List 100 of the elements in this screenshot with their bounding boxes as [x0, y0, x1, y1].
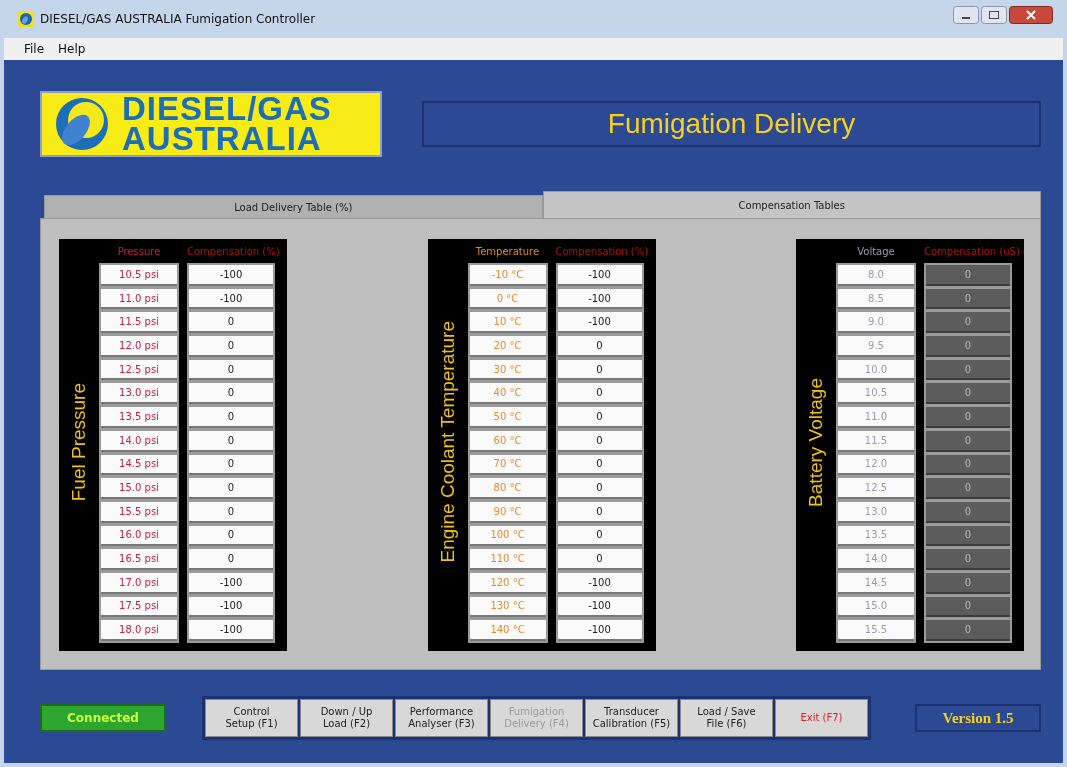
value-field[interactable]: 0 [926, 572, 1010, 594]
table-title: Battery Voltage [805, 377, 827, 507]
value-field[interactable]: 0 [189, 312, 273, 334]
breakpoint-cell: 13.0 [838, 501, 914, 523]
breakpoint-cell: 110 °C [469, 549, 546, 570]
value-field[interactable]: 0 [557, 359, 642, 381]
value-field[interactable]: -100 [557, 265, 642, 286]
tab[interactable]: Load Delivery Table (%) [44, 195, 543, 218]
value-field[interactable]: 0 [189, 383, 273, 405]
value-field[interactable]: 0 [926, 336, 1010, 357]
value-field[interactable]: 0 [926, 454, 1010, 476]
value-field[interactable]: 0 [557, 478, 642, 499]
value-field[interactable]: 0 [926, 359, 1010, 381]
value-field[interactable]: 0 [189, 549, 273, 570]
value-field[interactable]: 0 [926, 383, 1010, 405]
breakpoint-cell: 14.0 psi [101, 430, 177, 452]
app-icon [18, 11, 34, 27]
breakpoint-cell: 12.5 [838, 478, 914, 499]
value-field[interactable]: 0 [926, 478, 1010, 499]
value-field[interactable]: 0 [926, 596, 1010, 618]
value-field[interactable]: 0 [189, 501, 273, 523]
breakpoint-cell: 16.0 psi [101, 525, 177, 547]
value-field[interactable]: 0 [557, 383, 642, 405]
value-field[interactable]: 0 [189, 407, 273, 428]
window-title: DIESEL/GAS AUSTRALIA Fumigation Controller [40, 12, 316, 26]
value-field[interactable]: -100 [557, 572, 642, 594]
value-field[interactable]: 0 [557, 430, 642, 452]
nav-button[interactable]: Transducer Calibration (F5) [585, 699, 678, 737]
value-field[interactable]: 0 [557, 549, 642, 570]
value-field[interactable]: -100 [189, 620, 273, 641]
nav-button[interactable]: Down / Up Load (F2) [300, 699, 393, 737]
value-field[interactable]: -100 [557, 620, 642, 641]
breakpoint-cell: 90 °C [469, 501, 546, 523]
breakpoint-cell: 70 °C [469, 454, 546, 476]
value-field[interactable]: 0 [557, 407, 642, 428]
breakpoint-cell: 80 °C [469, 478, 546, 499]
breakpoint-cell: 10 °C [469, 312, 546, 334]
breakpoint-cell: 10.5 [838, 383, 914, 405]
value-field[interactable]: 0 [926, 620, 1010, 641]
nav-button[interactable]: Control Setup (F1) [205, 699, 298, 737]
menu-item[interactable]: File [24, 42, 45, 56]
value-field[interactable]: 0 [189, 525, 273, 547]
breakpoint-cell: 9.0 [838, 312, 914, 334]
breakpoint-cell: 15.0 psi [101, 478, 177, 499]
breakpoint-cell: 13.0 psi [101, 383, 177, 405]
connection-status: Connected [40, 704, 166, 732]
value-field[interactable]: -100 [189, 265, 273, 286]
value-field[interactable]: 0 [557, 501, 642, 523]
column-header: Compensation (%) [555, 245, 648, 257]
value-field[interactable]: 0 [557, 336, 642, 357]
value-field[interactable]: 0 [189, 430, 273, 452]
value-field[interactable]: 0 [189, 359, 273, 381]
breakpoint-cell: 11.5 psi [101, 312, 177, 334]
value-field[interactable]: 0 [926, 407, 1010, 428]
breakpoint-cell: 120 °C [469, 572, 546, 594]
minimize-icon[interactable] [953, 6, 979, 24]
value-field[interactable]: 0 [926, 288, 1010, 310]
value-field[interactable]: -100 [189, 596, 273, 618]
value-field[interactable]: 0 [926, 549, 1010, 570]
breakpoint-cell: 12.5 psi [101, 359, 177, 381]
breakpoint-cell: 0 °C [469, 288, 546, 310]
nav-button[interactable]: Performance Analyser (F3) [395, 699, 488, 737]
value-field[interactable]: -100 [557, 312, 642, 334]
value-field[interactable]: 0 [189, 454, 273, 476]
column-header: Pressure [116, 245, 162, 257]
value-field[interactable]: -100 [189, 572, 273, 594]
breakpoint-cell: 60 °C [469, 430, 546, 452]
menu-item[interactable]: Help [58, 42, 86, 56]
breakpoint-cell: 14.0 [838, 549, 914, 570]
value-field[interactable]: 0 [926, 501, 1010, 523]
value-field[interactable]: 0 [926, 525, 1010, 547]
maximize-icon[interactable] [981, 6, 1007, 24]
value-field[interactable]: -100 [557, 288, 642, 310]
breakpoint-cell: 13.5 psi [101, 407, 177, 428]
tab[interactable]: Compensation Tables [542, 191, 1041, 218]
value-field[interactable]: -100 [189, 288, 273, 310]
breakpoint-cell: -10 °C [469, 265, 546, 286]
column-header: Compensation (%) [187, 245, 279, 257]
breakpoint-cell: 50 °C [469, 407, 546, 428]
breakpoint-cell: 12.0 [838, 454, 914, 476]
breakpoint-cell: 18.0 psi [101, 620, 177, 641]
value-field[interactable]: 0 [926, 430, 1010, 452]
breakpoint-cell: 140 °C [469, 620, 546, 641]
breakpoint-cell: 12.0 psi [101, 336, 177, 357]
value-field[interactable]: 0 [557, 454, 642, 476]
value-field[interactable]: -100 [557, 596, 642, 618]
breakpoint-cell: 10.5 psi [101, 265, 177, 286]
page-heading: Fumigation Delivery [422, 101, 1041, 147]
breakpoint-cell: 16.5 psi [101, 549, 177, 570]
breakpoint-cell: 11.5 [838, 430, 914, 452]
breakpoint-cell: 130 °C [469, 596, 546, 618]
breakpoint-cell: 9.5 [838, 336, 914, 357]
breakpoint-cell: 40 °C [469, 383, 546, 405]
breakpoint-cell: 11.0 psi [101, 288, 177, 310]
close-icon[interactable] [1009, 6, 1053, 24]
value-field[interactable]: 0 [926, 312, 1010, 334]
nav-button[interactable]: Load / Save File (F6) [680, 699, 773, 737]
value-field[interactable]: 0 [557, 525, 642, 547]
value-field[interactable]: 0 [189, 478, 273, 499]
value-field[interactable]: 0 [189, 336, 273, 357]
